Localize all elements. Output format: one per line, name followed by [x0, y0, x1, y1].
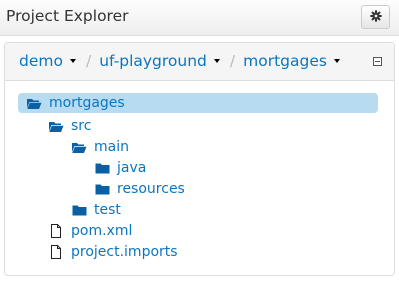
tree-item-label: src	[71, 118, 92, 134]
tree-item-pom-xml[interactable]: pom.xml	[48, 221, 132, 241]
tree-item-label: project.imports	[71, 244, 178, 260]
caret-down-icon	[69, 59, 76, 63]
tree-item-label: mortgages	[49, 95, 125, 111]
breadcrumb-item-mortgages[interactable]: mortgages	[243, 52, 340, 70]
caret-down-icon	[213, 59, 220, 63]
breadcrumb-label: mortgages	[243, 52, 327, 70]
settings-button[interactable]	[361, 5, 390, 29]
folder-icon	[94, 161, 110, 175]
breadcrumb-label: uf-playground	[99, 52, 207, 70]
breadcrumb-bar: demo / uf-playground / mortgages	[5, 43, 394, 81]
folder-icon	[71, 203, 87, 217]
project-explorer-panel: demo / uf-playground / mortgages mortgag…	[4, 42, 395, 276]
file-icon	[48, 224, 64, 238]
tree-item-label: pom.xml	[71, 223, 133, 239]
panel-header: Project Explorer	[0, 0, 399, 36]
folder-icon	[94, 182, 110, 196]
folder-open-icon	[71, 140, 87, 154]
tree-item-label: resources	[117, 181, 185, 197]
panel-title: Project Explorer	[6, 7, 129, 25]
tree-item-label: test	[94, 202, 121, 218]
tree-item-test[interactable]: test	[71, 200, 121, 220]
caret-down-icon	[333, 59, 340, 63]
folder-open-icon	[48, 119, 64, 133]
folder-open-icon	[26, 96, 42, 110]
breadcrumb-separator: /	[229, 52, 236, 70]
gear-icon	[369, 9, 382, 25]
tree-item-java[interactable]: java	[94, 158, 146, 178]
breadcrumb-item-demo[interactable]: demo	[19, 52, 76, 70]
tree-item-src[interactable]: src	[48, 116, 91, 136]
breadcrumb-separator: /	[85, 52, 92, 70]
tree-item-mortgages[interactable]: mortgages	[18, 93, 378, 113]
tree-item-main[interactable]: main	[71, 137, 129, 157]
breadcrumb: demo / uf-playground / mortgages	[19, 52, 340, 70]
collapse-icon[interactable]	[373, 57, 382, 66]
tree-item-resources[interactable]: resources	[94, 179, 185, 199]
tree-item-project-imports[interactable]: project.imports	[48, 242, 178, 262]
breadcrumb-item-uf-playground[interactable]: uf-playground	[99, 52, 220, 70]
tree-item-label: java	[117, 160, 147, 176]
file-icon	[48, 245, 64, 259]
tree-item-label: main	[94, 139, 129, 155]
breadcrumb-label: demo	[19, 52, 63, 70]
